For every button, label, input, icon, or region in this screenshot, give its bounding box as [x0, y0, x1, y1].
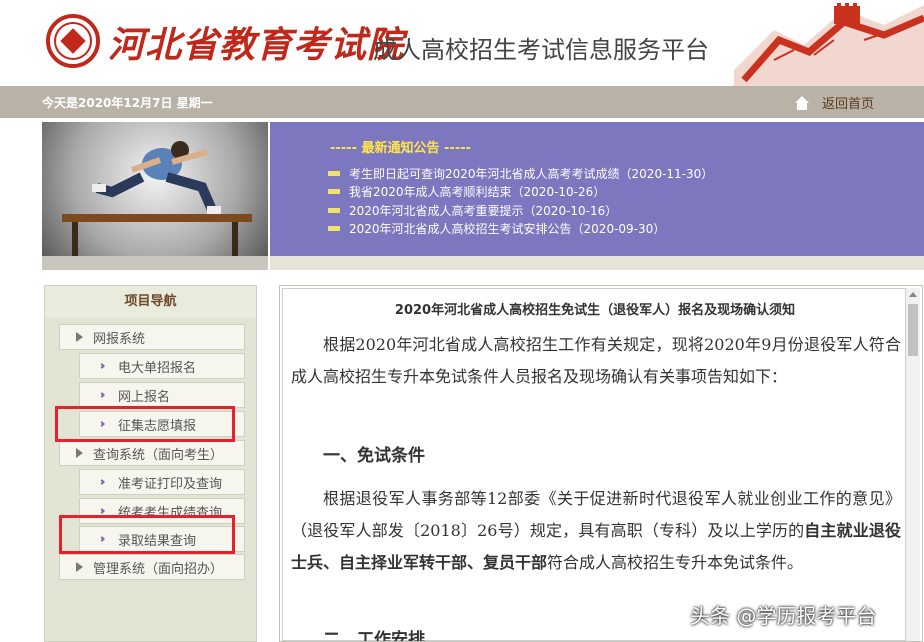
scroll-up-icon[interactable] — [909, 292, 917, 297]
home-link[interactable]: 返回首页 — [794, 93, 874, 112]
sidebar-item-management-system[interactable]: 管理系统（面向招办） — [59, 554, 245, 580]
article-body: 2020年河北省成人高校招生免试生（退役军人）报名及现场确认须知 根据2020年… — [282, 288, 906, 641]
highlight-box — [59, 515, 235, 554]
sidebar-nav: 项目导航 网报系统 电大单招报名 网上报名 征集志愿填报 查询系统（面向考生） … — [44, 285, 257, 642]
sidebar-item-online-registration[interactable]: 网上报名 — [79, 382, 245, 408]
site-title: 成人高校招生考试信息服务平台 — [373, 36, 709, 64]
highlight-box — [55, 406, 235, 442]
scrollbar[interactable] — [906, 288, 920, 641]
notice-item[interactable]: 我省2020年成人高考顺利结束（2020-10-26） — [328, 183, 713, 202]
section-heading: 二、工作安排 — [323, 630, 425, 642]
section-heading: 一、免试条件 — [323, 446, 425, 466]
exam-authority-seal-icon — [46, 14, 100, 68]
current-date: 今天是2020年12月7日 星期一 — [42, 96, 213, 110]
notice-panel: ----- 最新通知公告 ----- 考生即日起可查询2020年河北省成人高考考… — [270, 122, 924, 256]
notice-item[interactable]: 2020年河北省成人高考重要提示（2020-10-16） — [328, 201, 713, 220]
bullet-icon — [328, 226, 340, 232]
great-wall-icon — [734, 3, 924, 86]
notice-item[interactable]: 2020年河北省成人高校招生考试安排公告（2020-09-30） — [328, 220, 713, 239]
chevron-right-icon — [99, 508, 105, 514]
article-paragraph: 根据退役军人事务部等12部委《关于促进新时代退役军人就业创业工作的意见》（退役军… — [291, 489, 901, 572]
sidebar-title: 项目导航 — [45, 286, 256, 318]
triangle-right-icon — [76, 562, 83, 572]
notice-list: 考生即日起可查询2020年河北省成人高考考试成绩（2020-11-30） 我省2… — [328, 164, 713, 238]
banner-image — [42, 122, 268, 256]
article-title: 2020年河北省成人高校招生免试生（退役军人）报名及现场确认须知 — [394, 303, 796, 318]
scroll-thumb[interactable] — [908, 304, 918, 356]
sidebar-item-web-registration-system[interactable]: 网报系统 — [59, 324, 245, 350]
chevron-right-icon — [99, 363, 105, 369]
article-paragraph: 根据2020年河北省成人高校招生工作有关规定，现将2020年9月份退役军人符合成… — [291, 335, 901, 386]
banner-footer — [42, 256, 268, 270]
home-icon — [794, 95, 810, 110]
watermark: 头条 @学历报考平台 — [690, 604, 877, 628]
bullet-icon — [328, 207, 340, 213]
notice-item[interactable]: 考生即日起可查询2020年河北省成人高考考试成绩（2020-11-30） — [328, 164, 713, 183]
notice-footer — [270, 256, 924, 270]
triangle-right-icon — [76, 448, 83, 458]
site-header: 河北省教育考试院 成人高校招生考试信息服务平台 — [0, 0, 924, 86]
sidebar-item-admission-ticket[interactable]: 准考证打印及查询 — [79, 469, 245, 495]
home-link-label: 返回首页 — [821, 97, 874, 112]
bullet-icon — [328, 189, 340, 195]
notice-title: ----- 最新通知公告 ----- — [330, 141, 472, 156]
logo-text: 河北省教育考试院 — [108, 25, 405, 66]
sidebar-item-query-system[interactable]: 查询系统（面向考生） — [59, 440, 245, 466]
info-bar: 今天是2020年12月7日 星期一 返回首页 — [0, 86, 924, 118]
triangle-right-icon — [76, 332, 83, 342]
sidebar-item-tv-university-registration[interactable]: 电大单招报名 — [79, 353, 245, 379]
bullet-icon — [328, 170, 340, 176]
chevron-right-icon — [99, 479, 105, 485]
chevron-right-icon — [99, 392, 105, 398]
hurdler-illustration-icon — [62, 141, 252, 256]
article-panel: 2020年河北省成人高校招生免试生（退役军人）报名及现场确认须知 根据2020年… — [279, 285, 923, 642]
